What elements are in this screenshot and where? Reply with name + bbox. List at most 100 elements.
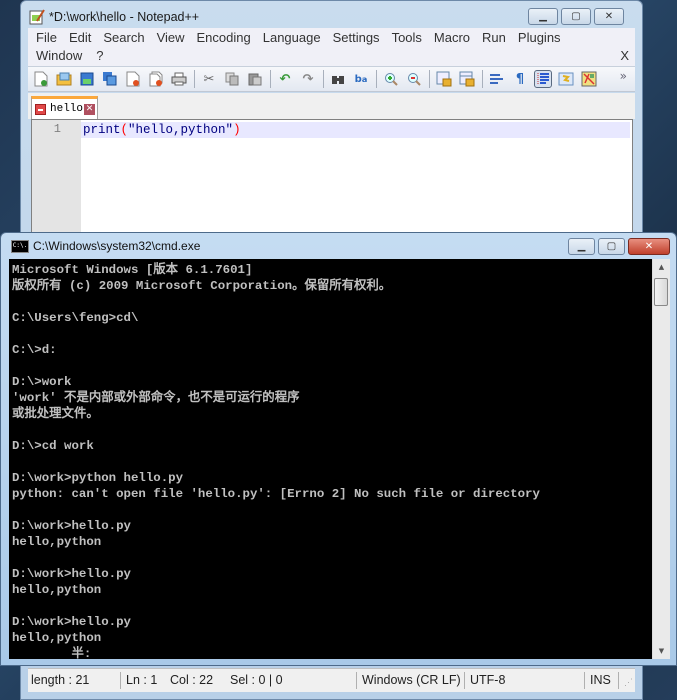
console-output[interactable]: Microsoft Windows [版本 6.1.7601] 版权所有 (c) … [9, 259, 652, 659]
undo-icon[interactable]: ↶ [276, 70, 294, 88]
close-file-icon[interactable] [124, 70, 142, 88]
menu-search[interactable]: Search [103, 30, 144, 45]
console-line: D:\work>python hello.py [12, 471, 184, 485]
console-line: D:\work>hello.py [12, 615, 131, 629]
indent-guide-icon[interactable] [534, 70, 552, 88]
status-line: Ln : 1 [126, 673, 158, 687]
udl-icon[interactable] [557, 70, 575, 88]
sync-horizontal-icon[interactable] [458, 70, 476, 88]
minimize-icon: ▁ [577, 241, 586, 252]
tab-hello[interactable]: hello ✕ [31, 96, 98, 119]
status-bar: length : 21 Ln : 1 Col : 22 Sel : 0 | 0 … [28, 668, 635, 692]
status-insert-mode: INS [590, 673, 611, 687]
console-line: hello,python [12, 535, 102, 549]
scroll-up-icon[interactable]: ▲ [653, 259, 670, 275]
notepad-window-controls: ▁ ▢ ✕ [528, 8, 624, 25]
status-divider [618, 672, 619, 689]
paste-icon[interactable] [246, 70, 264, 88]
notepad-titlebar: *D:\work\hello - Notepad++ [29, 7, 199, 27]
doc-map-icon[interactable] [580, 70, 598, 88]
sync-vertical-icon[interactable] [435, 70, 453, 88]
menu-help[interactable]: ? [96, 48, 103, 63]
toolbar-separator [429, 70, 430, 88]
menu-file[interactable]: File [36, 30, 57, 45]
status-divider [464, 672, 465, 689]
resize-grip-icon[interactable]: ⋰ [624, 677, 633, 688]
status-column: Col : 22 [170, 673, 214, 687]
menu-macro[interactable]: Macro [434, 30, 470, 45]
menu-run[interactable]: Run [482, 30, 506, 45]
cmd-title: C:\Windows\system32\cmd.exe [33, 239, 201, 253]
new-file-icon[interactable] [32, 70, 50, 88]
console-line: 版权所有 (c) 2009 Microsoft Corporation。保留所有… [12, 279, 392, 293]
maximize-button[interactable]: ▢ [561, 8, 591, 25]
cut-icon[interactable]: ✂ [200, 70, 218, 88]
print-icon[interactable] [170, 70, 188, 88]
zoom-in-icon[interactable] [382, 70, 400, 88]
find-icon[interactable] [329, 70, 347, 88]
minimize-button[interactable]: ▁ [528, 8, 558, 25]
console-line: D:\work>hello.py [12, 567, 131, 581]
copy-icon[interactable] [223, 70, 241, 88]
menu-settings[interactable]: Settings [333, 30, 380, 45]
console-line: 'work' 不是内部或外部命令，也不是可运行的程序 [12, 391, 300, 405]
console-line: hello,python [12, 583, 102, 597]
status-selection: Sel : 0 | 0 [230, 673, 283, 687]
vertical-scrollbar[interactable]: ▲ ▼ [652, 259, 670, 659]
zoom-out-icon[interactable] [405, 70, 423, 88]
line-number-gutter: 1 [32, 120, 81, 233]
editor[interactable]: 1 print("hello,python") [31, 119, 633, 234]
replace-icon[interactable]: ba [352, 70, 370, 88]
cmd-minimize-button[interactable]: ▁ [568, 238, 595, 255]
cmd-titlebar: C:\. C:\Windows\system32\cmd.exe [11, 239, 200, 253]
code-line[interactable]: print("hello,python") [83, 122, 241, 138]
status-divider [120, 672, 121, 689]
status-divider [584, 672, 585, 689]
scroll-thumb[interactable] [654, 278, 668, 306]
console-line: hello,python [12, 631, 102, 645]
status-encoding: UTF-8 [470, 673, 506, 687]
close-all-icon[interactable] [147, 70, 165, 88]
toolbar-separator [482, 70, 483, 88]
open-file-icon[interactable] [55, 70, 73, 88]
toolbar: ✂ ↶ ↷ ba ¶ » [28, 66, 635, 92]
show-all-chars-icon[interactable]: ¶ [511, 70, 529, 88]
console-line: python: can't open file 'hello.py': [Err… [12, 487, 540, 501]
tab-close-icon[interactable]: ✕ [84, 103, 96, 115]
notepad-title: *D:\work\hello - Notepad++ [49, 10, 200, 24]
cmd-close-button[interactable]: ✕ [628, 238, 670, 255]
save-all-icon[interactable] [101, 70, 119, 88]
unsaved-icon [35, 103, 46, 115]
console-line: C:\Users\feng>cd\ [12, 311, 139, 325]
menu-language[interactable]: Language [263, 30, 321, 45]
scroll-down-icon[interactable]: ▼ [653, 643, 670, 659]
save-icon[interactable] [78, 70, 96, 88]
close-icon: ✕ [604, 11, 614, 22]
maximize-icon: ▢ [606, 241, 617, 252]
code-paren-close: ) [233, 123, 241, 137]
menu-tools[interactable]: Tools [392, 30, 422, 45]
menu-view[interactable]: View [157, 30, 185, 45]
console-line: Microsoft Windows [版本 6.1.7601] [12, 263, 253, 277]
menu-plugins[interactable]: Plugins [518, 30, 561, 45]
toolbar-separator [194, 70, 195, 88]
cmd-window: C:\. C:\Windows\system32\cmd.exe ▁ ▢ ✕ M… [0, 232, 677, 666]
close-document-button[interactable]: X [620, 48, 629, 63]
cmd-window-controls: ▁ ▢ ✕ [568, 238, 670, 255]
menu-window[interactable]: Window [36, 48, 82, 63]
word-wrap-icon[interactable] [488, 70, 506, 88]
console-line: D:\work>hello.py [12, 519, 131, 533]
menu-encoding[interactable]: Encoding [197, 30, 251, 45]
close-icon: ✕ [644, 241, 654, 252]
redo-icon[interactable]: ↷ [299, 70, 317, 88]
toolbar-overflow-button[interactable]: » [620, 69, 627, 83]
code-keyword: print [83, 123, 121, 137]
menu-edit[interactable]: Edit [69, 30, 91, 45]
console-line: 半: [12, 647, 92, 659]
close-button[interactable]: ✕ [594, 8, 624, 25]
cmd-maximize-button[interactable]: ▢ [598, 238, 625, 255]
